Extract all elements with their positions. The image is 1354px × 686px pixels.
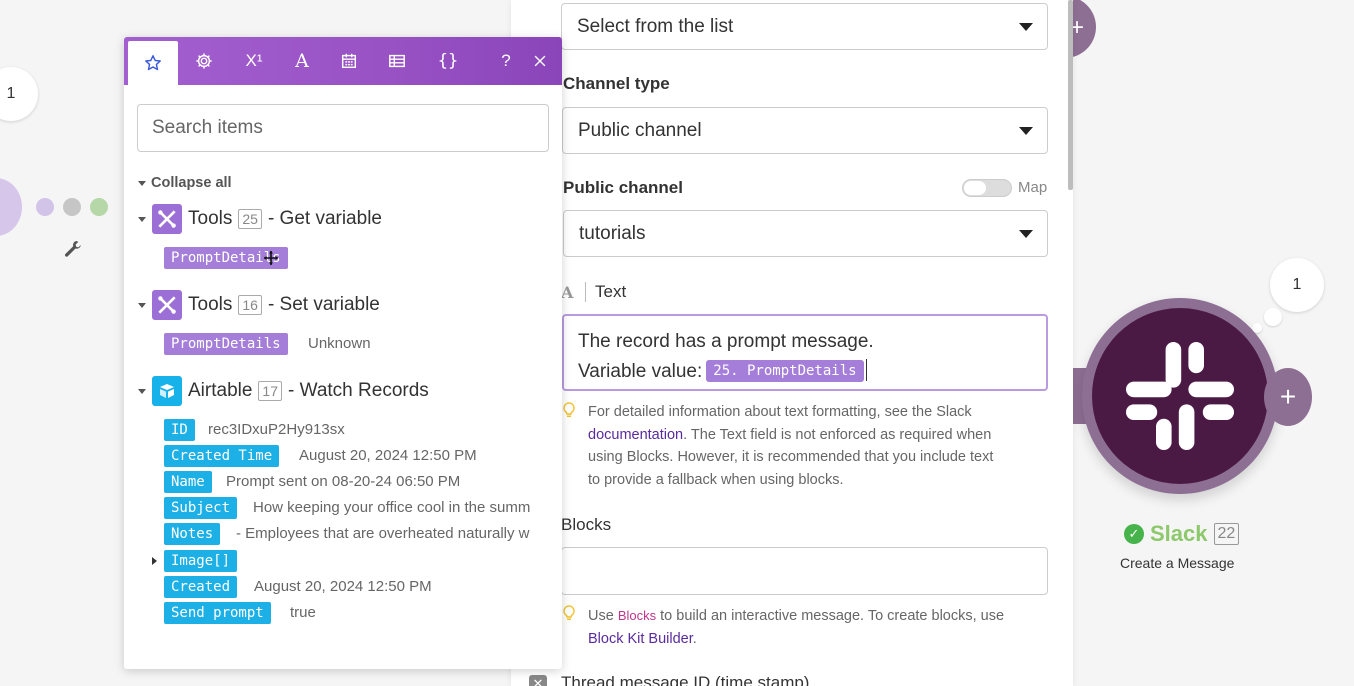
text-cursor xyxy=(865,359,867,381)
documentation-link[interactable]: documentation xyxy=(588,427,683,443)
chevron-down-icon xyxy=(1019,230,1033,238)
top-select[interactable]: Select from the list xyxy=(561,3,1048,50)
map-toggle[interactable] xyxy=(962,179,1012,197)
mapping-item-value: Unknown xyxy=(308,335,371,352)
left-operation-badge[interactable]: 1 xyxy=(0,67,38,121)
text-type-icon: A xyxy=(561,283,574,302)
airtable-icon xyxy=(152,376,182,406)
tab-array-functions[interactable] xyxy=(373,37,421,85)
right-operation-badge[interactable]: 1 xyxy=(1270,258,1324,312)
mapping-item-pill[interactable]: Send prompt xyxy=(164,602,271,624)
route-dot xyxy=(36,198,54,216)
mapping-item-pill[interactable]: Created xyxy=(164,576,238,598)
move-cursor-icon xyxy=(264,251,278,265)
tab-general-functions[interactable] xyxy=(180,37,228,85)
public-channel-select[interactable]: tutorials xyxy=(563,210,1048,257)
blocks-label: Blocks xyxy=(561,515,612,534)
mapping-item-pill[interactable]: Subject xyxy=(164,497,238,519)
text-hint: For detailed information about text form… xyxy=(588,404,994,488)
slack-logo-icon xyxy=(1126,342,1234,450)
slack-module-count: 22 xyxy=(1213,523,1240,545)
success-check-icon: ✓ xyxy=(1124,524,1144,544)
panel-scrollbar[interactable] xyxy=(1068,0,1073,190)
mapping-panel: X¹ A {} ? Collapse all Tools 25 xyxy=(124,37,562,669)
mapping-item-pill[interactable]: Created Time xyxy=(164,445,280,467)
mapping-item-pill[interactable]: ID xyxy=(164,419,195,441)
thread-checkbox[interactable]: ✕ xyxy=(529,675,547,686)
label-divider xyxy=(585,282,586,302)
wrench-icon[interactable] xyxy=(63,239,83,259)
map-label: Map xyxy=(1018,179,1048,196)
mapping-item-value: Prompt sent on 08-20-24 06:50 PM xyxy=(226,473,461,490)
mapping-item-value: August 20, 2024 12:50 PM xyxy=(254,578,432,595)
search-input[interactable] xyxy=(137,104,549,152)
close-button[interactable] xyxy=(516,37,564,85)
calendar-icon xyxy=(341,53,357,69)
group-tools-get-variable[interactable]: Tools 25 - Get variable xyxy=(138,204,382,234)
expand-image-array[interactable] xyxy=(152,557,157,565)
add-module-button[interactable]: + xyxy=(1264,368,1312,426)
lightbulb-icon xyxy=(563,402,575,417)
mapping-item-value: true xyxy=(290,604,316,621)
table-icon xyxy=(389,54,405,68)
group-airtable-watch-records[interactable]: Airtable 17 - Watch Records xyxy=(138,376,429,406)
slack-module-core[interactable] xyxy=(1092,308,1268,484)
curly-braces-icon: {} xyxy=(437,51,459,71)
mapping-item-value: rec3IDxuP2Hy913sx xyxy=(208,421,345,438)
star-icon xyxy=(145,55,161,71)
thread-label: Thread message ID (time stamp) xyxy=(561,673,810,686)
mapping-item-pill[interactable]: Notes xyxy=(164,523,221,545)
mapped-variable-pill[interactable]: 25. PromptDetails xyxy=(706,360,864,382)
tools-icon xyxy=(152,290,182,320)
chevron-down-icon xyxy=(1019,23,1033,31)
bubble-medium xyxy=(1264,308,1282,326)
caret-right-icon xyxy=(152,557,157,565)
channel-type-select[interactable]: Public channel xyxy=(562,107,1048,154)
lightbulb-icon xyxy=(563,605,575,620)
mapping-item-pill[interactable]: PromptDetails xyxy=(164,333,288,355)
tab-json-functions[interactable]: {} xyxy=(424,37,472,85)
blocks-hint: Use Blocks to build an interactive messa… xyxy=(588,608,1005,647)
blocks-keyword: Blocks xyxy=(617,608,657,623)
public-channel-label: Public channel xyxy=(563,178,683,197)
text-line-1: The record has a prompt message. xyxy=(578,331,874,352)
route-dot xyxy=(90,198,108,216)
caret-down-icon xyxy=(138,180,146,186)
slack-module-label: ✓ Slack 22 xyxy=(1124,521,1240,547)
mapping-item-pill[interactable]: Image[] xyxy=(164,550,238,572)
tab-math-functions[interactable]: X¹ xyxy=(230,37,278,85)
caret-down-icon xyxy=(138,388,146,394)
block-kit-builder-link[interactable]: Block Kit Builder xyxy=(588,631,693,647)
superscript-icon: X¹ xyxy=(245,51,263,70)
text-a-icon: A xyxy=(295,50,309,72)
mapping-item-value: August 20, 2024 12:50 PM xyxy=(299,447,477,464)
close-icon xyxy=(534,55,546,67)
mapping-item-pill[interactable]: Name xyxy=(164,471,212,493)
tab-favorites[interactable] xyxy=(128,41,178,85)
tab-date-functions[interactable] xyxy=(325,37,373,85)
left-module-partial[interactable] xyxy=(0,178,22,236)
text-line-2: Variable value: 25. PromptDetails xyxy=(578,357,1032,387)
slack-title: Slack xyxy=(1150,521,1208,546)
group-tools-set-variable[interactable]: Tools 16 - Set variable xyxy=(138,290,380,320)
slack-subtitle: Create a Message xyxy=(1120,555,1235,571)
collapse-all-toggle[interactable]: Collapse all xyxy=(138,175,232,191)
blocks-input[interactable] xyxy=(561,547,1048,595)
gear-icon xyxy=(196,53,212,69)
caret-down-icon xyxy=(138,216,146,222)
mapping-item-value: - Employees that are overheated naturall… xyxy=(236,525,530,542)
mapping-toolbar: X¹ A {} ? xyxy=(124,37,562,85)
caret-down-icon xyxy=(138,302,146,308)
text-field[interactable]: The record has a prompt message. Variabl… xyxy=(562,314,1048,391)
route-dot xyxy=(63,198,81,216)
text-label: Text xyxy=(595,282,627,301)
mapping-item-value: How keeping your office cool in the summ xyxy=(253,499,531,516)
tab-text-functions[interactable]: A xyxy=(278,37,326,85)
chevron-down-icon xyxy=(1019,127,1033,135)
channel-type-label: Channel type xyxy=(563,74,670,93)
tools-icon xyxy=(152,204,182,234)
